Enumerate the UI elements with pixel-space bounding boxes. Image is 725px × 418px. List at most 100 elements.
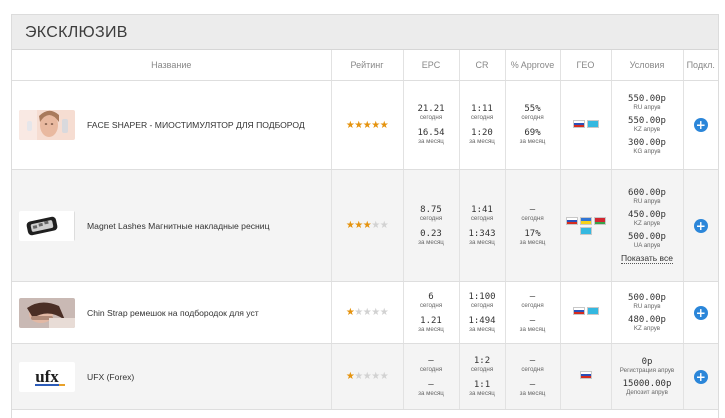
offer-row[interactable]: ufx UFX (Forex) ★★★★★ — сегодня — за месяц 1:2 с…: [12, 343, 718, 410]
offer-name[interactable]: UFX (Forex): [87, 372, 134, 382]
approve-period: сегодня: [521, 301, 544, 309]
offer-row[interactable]: FACE SHAPER - МИОСТИМУЛЯТОР ДЛЯ ПОДБОРОД…: [12, 80, 718, 170]
payout-value: 500.00р: [628, 292, 666, 303]
approve-period: сегодня: [521, 214, 544, 222]
payout-value: 500.00р: [628, 231, 666, 242]
flag-kz-icon: [586, 119, 599, 128]
column-epc[interactable]: EPC: [403, 50, 460, 81]
offer-name[interactable]: FACE SHAPER - МИОСТИМУЛЯТОР ДЛЯ ПОДБОРОД: [87, 120, 305, 130]
offer-row[interactable]: Magnet Lashes Магнитные накладные ресниц…: [12, 169, 718, 282]
show-all-wrap: Показать все: [612, 250, 683, 264]
cr-period: сегодня: [470, 214, 494, 222]
star-icon: ★: [379, 371, 389, 382]
approve-value: —: [529, 315, 536, 326]
ufx-logo-icon: ufx: [19, 361, 75, 392]
payout-label: KZ апрув: [633, 219, 661, 227]
epc-value: 8.75: [420, 204, 442, 215]
plus-circle-icon[interactable]: +: [693, 218, 708, 233]
epc-period: сегодня: [419, 365, 443, 373]
offer-row[interactable]: Chin Strap ремешок на подбородок для уст…: [12, 281, 718, 344]
rating-cell: ★★★★★: [331, 343, 404, 410]
star-icon: ★: [371, 307, 380, 318]
cr-period: сегодня: [470, 114, 494, 121]
cr-value: 1:1: [473, 379, 491, 390]
offer-name[interactable]: Chin Strap ремешок на подбородок для уст: [87, 308, 259, 318]
star-icon: ★: [354, 371, 363, 382]
approve-value: —: [529, 379, 536, 390]
flag-ru-icon: [572, 119, 585, 128]
payout-value: 550.00р: [628, 94, 666, 104]
geo-flags: [566, 371, 606, 379]
star-icon: ★: [354, 220, 363, 231]
approve-value: —: [529, 355, 536, 366]
offer-name-cell: ufx UFX (Forex): [12, 343, 332, 410]
payout-label: Регистрация апрув: [619, 366, 675, 374]
approve-period: сегодня: [521, 365, 544, 373]
epc-value: 16.54: [417, 128, 445, 138]
section-title: ЭКСКЛЮЗИВ: [12, 15, 718, 50]
column-connect: Подкл.: [683, 50, 718, 81]
cr-period: за месяц: [469, 238, 495, 246]
offer-name-wrap: ufx UFX (Forex): [12, 361, 331, 392]
payout-label: KZ апрув: [633, 324, 661, 332]
geo-cell: [560, 343, 612, 410]
plus-circle-icon[interactable]: +: [693, 305, 708, 320]
flag-ru-icon: [565, 216, 578, 225]
sleeping-woman-icon: [19, 297, 75, 328]
column-cr[interactable]: CR: [459, 50, 506, 81]
cr-value: 1:2: [473, 355, 491, 366]
offer-name-wrap: FACE SHAPER - МИОСТИМУЛЯТОР ДЛЯ ПОДБОРОД: [12, 110, 331, 140]
payout-value: 600.00р: [628, 187, 666, 198]
column-name[interactable]: Название: [12, 50, 332, 81]
conditions-cell: 0р Регистрация апрув 15000.00р Депозит апру…: [611, 343, 684, 410]
cr-value: 1:343: [468, 228, 496, 239]
epc-cell: — сегодня — за месяц: [403, 343, 460, 410]
geo-cell: [560, 281, 612, 344]
plus-circle-icon[interactable]: +: [693, 118, 708, 132]
approve-value: 17%: [524, 228, 541, 239]
epc-cell: 21.21 сегодня 16.54 за месяц: [403, 80, 460, 170]
column-approve[interactable]: % Approve: [505, 50, 561, 81]
payout-label: RU апрув: [633, 104, 661, 111]
cr-cell: 1:100 сегодня 1:494 за месяц: [459, 281, 506, 344]
epc-value: —: [428, 379, 434, 390]
flag-ru-icon: [579, 371, 592, 379]
approve-period: за месяц: [519, 238, 546, 246]
flag-ua-icon: [579, 216, 592, 225]
column-geo[interactable]: ГЕО: [560, 50, 612, 81]
approve-period: за месяц: [519, 138, 546, 145]
epc-period: сегодня: [419, 114, 443, 121]
cr-cell: 1:11 сегодня 1:20 за месяц: [459, 80, 506, 170]
column-rating[interactable]: Рейтинг: [331, 50, 404, 81]
face-photo-icon: [19, 110, 75, 140]
flag-by-icon: [593, 216, 606, 225]
connect-cell: +: [683, 169, 718, 282]
geo-flags: [565, 216, 606, 235]
conditions-cell: 550.00р RU апрув 550.00р KZ апрув 300.00р KG …: [611, 80, 684, 170]
epc-cell: 6 сегодня 1.21 за месяц: [403, 281, 460, 344]
epc-value: 21.21: [417, 104, 445, 114]
rating-cell: ★★★★★: [331, 80, 404, 170]
epc-period: сегодня: [419, 214, 443, 222]
offer-name[interactable]: Magnet Lashes Магнитные накладные ресниц: [87, 221, 270, 231]
show-all-link[interactable]: Показать все: [621, 253, 673, 264]
approve-value: 69%: [524, 128, 541, 138]
rating-stars: ★★★★★: [346, 120, 389, 131]
conditions-cell: 500.00р RU апрув 480.00р KZ апрув: [611, 281, 684, 344]
approve-period: за месяц: [519, 325, 546, 333]
star-icon: ★: [379, 220, 389, 231]
cr-value: 1:494: [468, 315, 496, 326]
payout-value: 300.00р: [628, 138, 666, 148]
cr-cell: 1:41 сегодня 1:343 за месяц: [459, 169, 506, 282]
star-icon: ★: [362, 371, 372, 382]
approve-period: за месяц: [519, 389, 546, 397]
star-icon: ★: [371, 371, 380, 382]
column-conditions[interactable]: Условия: [611, 50, 684, 81]
star-icon: ★: [362, 220, 372, 231]
rating-cell: ★★★★★: [331, 281, 404, 344]
lashes-box-icon: [19, 210, 75, 241]
geo-flags: [566, 119, 606, 128]
payout-label: KZ апрув: [633, 126, 661, 133]
geo-cell: [560, 169, 612, 282]
plus-circle-icon[interactable]: +: [693, 369, 708, 384]
